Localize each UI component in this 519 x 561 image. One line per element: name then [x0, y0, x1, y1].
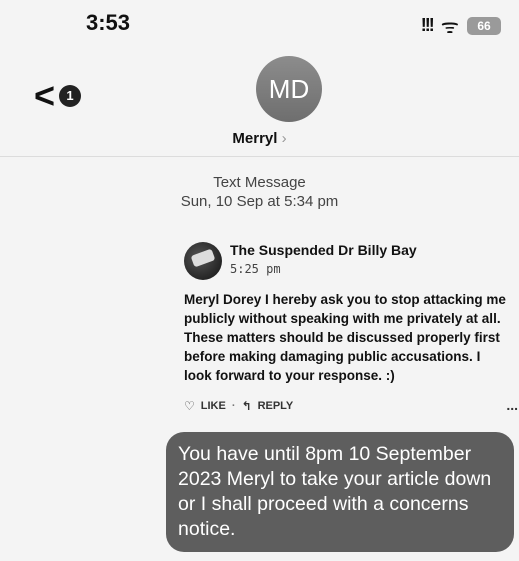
reply-icon: ↰	[241, 399, 252, 413]
chevron-left-icon: <	[34, 75, 56, 116]
status-time: 3:53	[86, 10, 131, 35]
contact-name-button[interactable]: Merryl ›	[0, 130, 519, 147]
post-header: The Suspended Dr Billy Bay 5:25 pm	[184, 234, 514, 280]
battery-icon: 66	[467, 16, 501, 35]
conversation-header: < 1 MD Merryl ›	[0, 56, 519, 157]
unread-badge: 1	[59, 85, 82, 107]
contact-avatar[interactable]: MD	[256, 56, 322, 122]
heart-icon: ♡	[184, 399, 195, 413]
separator: ·	[231, 400, 236, 412]
chevron-right-icon: ›	[281, 130, 287, 147]
post-author-avatar	[184, 242, 222, 280]
message-meta: Text Message Sun, 10 Sep at 5:34 pm	[0, 174, 519, 210]
contact-name: Merryl	[232, 130, 278, 147]
post-actions: ♡ LIKE · ↰ REPLY ...	[184, 397, 518, 413]
back-button[interactable]: < 1	[34, 75, 82, 116]
wifi-icon: ᯤ	[440, 16, 459, 38]
like-label: LIKE	[200, 400, 226, 412]
message-date: Sun, 10 Sep at 5:34 pm	[180, 193, 339, 210]
quoted-post-screenshot[interactable]: The Suspended Dr Billy Bay 5:25 pm Meryl…	[184, 234, 518, 413]
post-body: Meryl Dorey I hereby ask you to stop att…	[184, 292, 506, 383]
post-time: 5:25 pm	[230, 262, 281, 276]
more-icon: ...	[506, 397, 518, 413]
reply-label: REPLY	[257, 400, 294, 412]
signal-icon: !!!	[420, 15, 435, 35]
status-bar: 3:53 !!! ᯤ 66	[0, 0, 519, 48]
sent-message-bubble[interactable]: You have until 8pm 10 September 2023 Mer…	[166, 432, 514, 552]
status-icons: !!! ᯤ 66	[421, 12, 501, 39]
post-author: The Suspended Dr Billy Bay	[230, 242, 417, 258]
message-kind: Text Message	[213, 174, 306, 191]
